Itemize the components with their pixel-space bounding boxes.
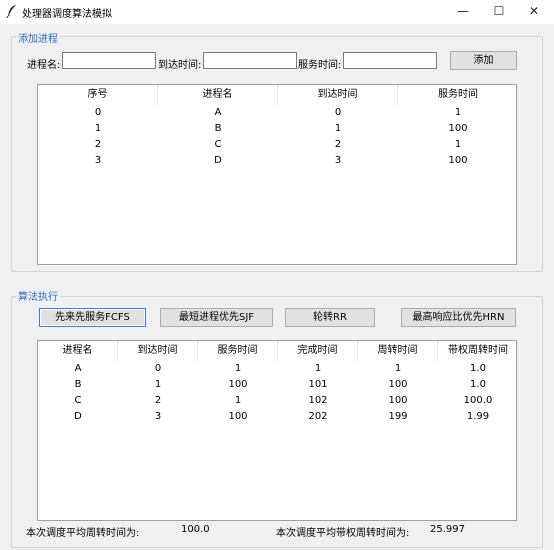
- maximize-button[interactable]: ☐: [479, 0, 519, 22]
- table-cell: A: [214, 107, 222, 118]
- result-table[interactable]: 进程名 到达时间 服务时间 完成时间 周转时间 带权周转时间 A 0 1 1 1…: [37, 340, 517, 521]
- column-header[interactable]: 周转时间: [358, 341, 438, 361]
- table-cell: 1.0: [470, 363, 486, 374]
- table-cell: 202: [308, 411, 328, 422]
- column-header[interactable]: 带权周转时间: [438, 341, 518, 361]
- rr-button[interactable]: 轮转RR: [285, 308, 375, 327]
- table-cell: 0: [94, 107, 102, 118]
- table-row[interactable]: 0 A 0 1: [38, 105, 516, 121]
- table-cell: 100: [448, 123, 468, 134]
- column-header[interactable]: 到达时间: [278, 85, 398, 105]
- table-cell: 102: [308, 395, 328, 406]
- window-title: 处理器调度算法模拟: [22, 9, 112, 20]
- column-header[interactable]: 进程名: [38, 341, 118, 361]
- close-button[interactable]: ✕: [514, 0, 554, 22]
- table-cell: C: [214, 139, 222, 150]
- table-cell: 2: [154, 395, 162, 406]
- avg-turnaround-label: 本次调度平均周转时间为:: [26, 528, 140, 539]
- table-cell: 1: [334, 123, 342, 134]
- table-cell: 1: [94, 123, 102, 134]
- process-table[interactable]: 序号 进程名 到达时间 服务时间 0 A 0 1 1 B 1 100 2 C 2…: [37, 84, 517, 265]
- table-cell: 100: [388, 395, 408, 406]
- table-cell: 100: [228, 411, 248, 422]
- arrival-time-label: 到达时间:: [158, 60, 202, 71]
- table-cell: 1: [394, 363, 402, 374]
- table-cell: A: [74, 363, 82, 374]
- table-row[interactable]: C 2 1 102 100 100.0: [38, 393, 516, 409]
- table-cell: B: [74, 379, 82, 390]
- avg-turnaround-value: 100.0: [181, 524, 210, 535]
- title-bar: 处理器调度算法模拟 — ☐ ✕: [0, 0, 554, 24]
- column-header[interactable]: 进程名: [158, 85, 278, 105]
- table-cell: 1: [454, 107, 462, 118]
- service-time-input[interactable]: [343, 52, 437, 69]
- hrn-button[interactable]: 最高响应比优先HRN: [401, 308, 516, 327]
- table-cell: 1: [234, 363, 242, 374]
- column-header[interactable]: 序号: [38, 85, 158, 105]
- table-row[interactable]: 3 D 3 100: [38, 153, 516, 169]
- table-cell: 3: [334, 155, 342, 166]
- table-cell: 0: [154, 363, 162, 374]
- service-time-label: 服务时间:: [298, 60, 342, 71]
- table-cell: D: [214, 155, 222, 166]
- table-cell: 100: [388, 379, 408, 390]
- column-header[interactable]: 服务时间: [398, 85, 518, 105]
- arrival-time-input[interactable]: [203, 52, 297, 69]
- table-cell: 3: [94, 155, 102, 166]
- table-row[interactable]: D 3 100 202 199 1.99: [38, 409, 516, 425]
- table-row[interactable]: 2 C 2 1: [38, 137, 516, 153]
- table-cell: 100.0: [463, 395, 493, 406]
- table-row[interactable]: A 0 1 1 1 1.0: [38, 361, 516, 377]
- table-cell: 100: [448, 155, 468, 166]
- algorithm-group-label: 算法执行: [16, 288, 60, 303]
- process-table-header: 序号 进程名 到达时间 服务时间: [38, 85, 516, 105]
- table-cell: 199: [388, 411, 408, 422]
- result-table-header: 进程名 到达时间 服务时间 完成时间 周转时间 带权周转时间: [38, 341, 516, 361]
- table-row[interactable]: B 1 100 101 100 1.0: [38, 377, 516, 393]
- table-cell: 2: [94, 139, 102, 150]
- minimize-button[interactable]: —: [443, 0, 483, 22]
- table-row[interactable]: 1 B 1 100: [38, 121, 516, 137]
- feather-icon: [6, 5, 16, 18]
- column-header[interactable]: 完成时间: [278, 341, 358, 361]
- table-cell: B: [214, 123, 222, 134]
- table-cell: 1: [454, 139, 462, 150]
- table-cell: 2: [334, 139, 342, 150]
- table-cell: 1.0: [470, 379, 486, 390]
- table-cell: 1.99: [466, 411, 490, 422]
- process-name-input[interactable]: [62, 52, 156, 69]
- table-cell: 1: [314, 363, 322, 374]
- add-button[interactable]: 添加: [450, 51, 517, 70]
- process-name-label: 进程名:: [27, 60, 61, 71]
- table-cell: D: [74, 411, 82, 422]
- avg-weighted-turnaround-label: 本次调度平均带权周转时间为:: [276, 528, 410, 539]
- table-cell: C: [74, 395, 82, 406]
- table-cell: 0: [334, 107, 342, 118]
- avg-weighted-turnaround-value: 25.997: [430, 524, 465, 535]
- column-header[interactable]: 到达时间: [118, 341, 198, 361]
- sjf-button[interactable]: 最短进程优先SJF: [160, 308, 273, 327]
- table-cell: 100: [228, 379, 248, 390]
- add-process-group-label: 添加进程: [16, 30, 60, 45]
- column-header[interactable]: 服务时间: [198, 341, 278, 361]
- table-cell: 1: [234, 395, 242, 406]
- table-cell: 3: [154, 411, 162, 422]
- table-cell: 1: [154, 379, 162, 390]
- fcfs-button[interactable]: 先来先服务FCFS: [39, 308, 146, 327]
- table-cell: 101: [308, 379, 328, 390]
